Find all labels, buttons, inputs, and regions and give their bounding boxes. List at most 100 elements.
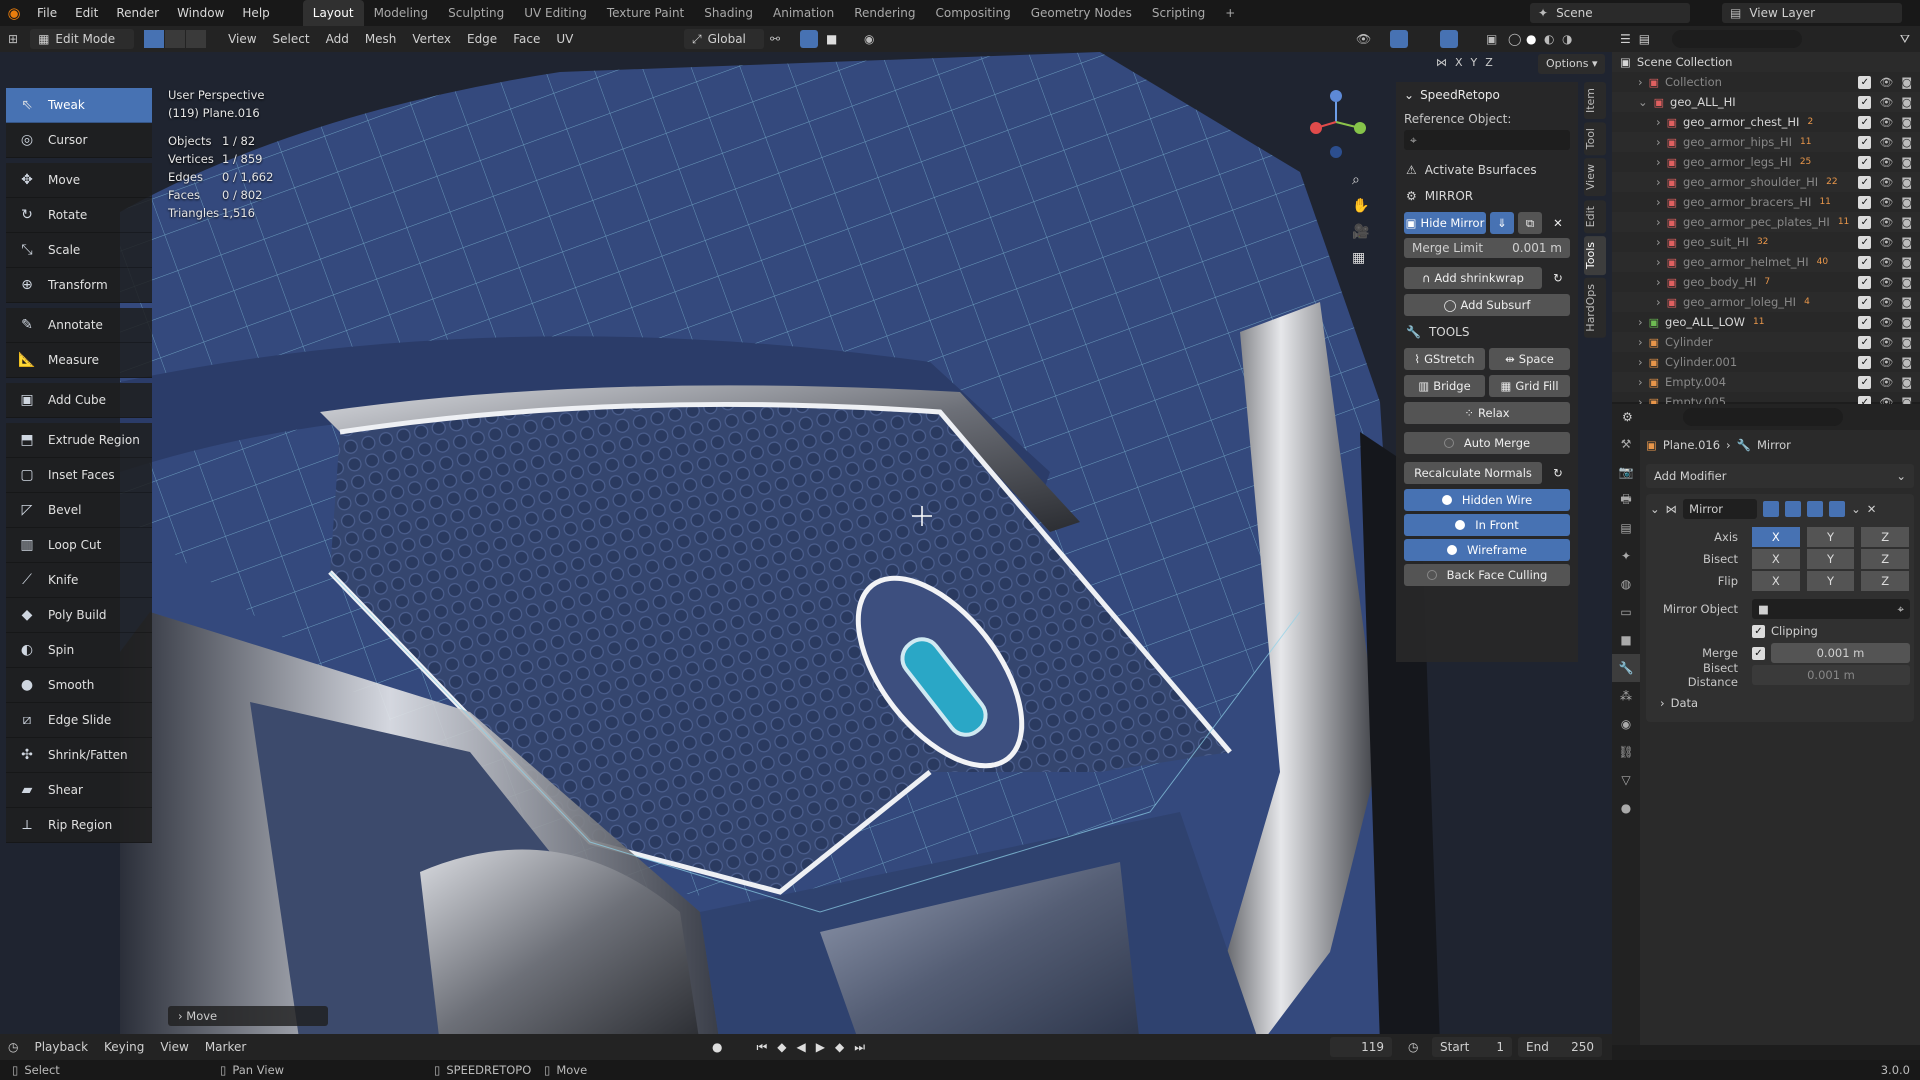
exclude-checkbox[interactable]: ✓ [1858, 75, 1872, 89]
add-workspace-button[interactable]: + [1215, 0, 1245, 26]
tool-inset-faces[interactable]: ▢ Inset Faces [6, 458, 152, 493]
expand-arrow-icon[interactable]: › [1638, 315, 1643, 329]
outliner-row[interactable]: › ▣ Collection ✓ 👁 ◙ [1612, 72, 1920, 92]
clipping-checkbox[interactable]: ✓ [1752, 624, 1765, 638]
blender-logo-icon[interactable]: ◉ [0, 0, 28, 26]
expand-arrow-icon[interactable]: › [1656, 115, 1661, 129]
grid-icon[interactable]: ▦ [1352, 250, 1369, 266]
exclude-checkbox[interactable]: ✓ [1858, 175, 1872, 189]
modifier-name-field[interactable]: Mirror [1683, 499, 1758, 519]
menu-face[interactable]: Face [505, 32, 548, 46]
outliner-editor-icon[interactable]: ☰ [1620, 32, 1631, 46]
tool-bevel[interactable]: ◸ Bevel [6, 493, 152, 528]
visibility-icon[interactable]: 👁 [1356, 32, 1371, 46]
tool-tab-icon[interactable]: ⚒ [1612, 430, 1640, 458]
editor-type-icon[interactable]: ⊞ [0, 32, 26, 46]
play-icon[interactable]: ▶ [816, 1040, 825, 1055]
expand-arrow-icon[interactable]: › [1656, 155, 1661, 169]
camera-render-icon[interactable]: ◙ [1901, 336, 1912, 349]
add-shrinkwrap-button[interactable]: ∩ Add shrinkwrap [1404, 267, 1542, 289]
tool-spin[interactable]: ◐ Spin [6, 633, 152, 668]
relax-button[interactable]: ⁘ Relax [1404, 402, 1570, 424]
outliner-row[interactable]: › ▣ Cylinder ✓ 👁 ◙ [1612, 332, 1920, 352]
outliner-row[interactable]: › ▣ geo_armor_bracers_HI 11 ✓ 👁 ◙ [1612, 192, 1920, 212]
tool-annotate[interactable]: ✎ Annotate [6, 308, 152, 343]
camera-render-icon[interactable]: ◙ [1901, 196, 1912, 209]
vertex-select-icon[interactable] [144, 30, 165, 48]
mirror-y-toggle[interactable]: Y [1471, 56, 1478, 69]
back-face-culling-toggle[interactable]: Back Face Culling [1404, 564, 1570, 586]
tool-scale[interactable]: ⤡ Scale [6, 233, 152, 268]
cage-toggle-icon[interactable] [1785, 501, 1802, 517]
mirror-settings-button[interactable]: ⧉ [1518, 212, 1542, 234]
outliner-row[interactable]: › ▣ geo_armor_shoulder_HI 22 ✓ 👁 ◙ [1612, 172, 1920, 192]
eye-icon[interactable]: 👁 [1879, 156, 1893, 169]
tool-transform[interactable]: ⊕ Transform [6, 268, 152, 303]
add-modifier-dropdown[interactable]: Add Modifier ⌄ [1646, 464, 1914, 488]
record-icon[interactable]: ● [712, 1040, 722, 1055]
activate-bsurfaces[interactable]: ⚠ Activate Bsurfaces [1396, 158, 1578, 182]
exclude-checkbox[interactable]: ✓ [1858, 155, 1872, 169]
expand-arrow-icon[interactable]: › [1638, 375, 1643, 389]
add-subsurf-button[interactable]: ◯ Add Subsurf [1404, 294, 1570, 316]
expand-arrow-icon[interactable]: › [1638, 335, 1643, 349]
exclude-checkbox[interactable]: ✓ [1858, 135, 1872, 149]
scene-selector[interactable]: ✦ Scene [1530, 3, 1690, 23]
tool-shrink-fatten[interactable]: ✣ Shrink/Fatten [6, 738, 152, 773]
particles-tab-icon[interactable]: ⁂ [1612, 682, 1640, 710]
tool-cursor[interactable]: ◎ Cursor [6, 123, 152, 158]
edge-select-icon[interactable] [165, 30, 186, 48]
current-frame-field[interactable]: 119 [1330, 1037, 1392, 1057]
tab-uv-editing[interactable]: UV Editing [514, 0, 597, 26]
menu-file[interactable]: File [28, 0, 66, 26]
eye-icon[interactable]: 👁 [1879, 376, 1893, 389]
tool-move[interactable]: ✥ Move [6, 163, 152, 198]
mode-dropdown[interactable]: ▦ Edit Mode [30, 29, 135, 49]
next-key-icon[interactable]: ◆ [835, 1040, 844, 1055]
remove-modifier-icon[interactable]: ✕ [1867, 502, 1877, 516]
expand-arrow-icon[interactable]: › [1656, 215, 1661, 229]
panel-header[interactable]: ⌄ SpeedRetopo [1396, 82, 1578, 108]
outliner-row[interactable]: › ▣ geo_ALL_LOW 11 ✓ 👁 ◙ [1612, 312, 1920, 332]
merge-limit-row[interactable]: Merge Limit 0.001 m [1404, 238, 1570, 258]
menu-marker[interactable]: Marker [197, 1040, 254, 1054]
tool-edge-slide[interactable]: ⧄ Edge Slide [6, 703, 152, 738]
outliner-row[interactable]: › ▣ geo_body_HI 7 ✓ 👁 ◙ [1612, 272, 1920, 292]
tab-sculpting[interactable]: Sculpting [438, 0, 514, 26]
grid-fill-button[interactable]: ▦ Grid Fill [1489, 375, 1570, 397]
recalculate-normals-button[interactable]: Recalculate Normals [1404, 462, 1542, 484]
sidebar-tab-edit[interactable]: Edit [1584, 199, 1606, 233]
expand-arrow-icon[interactable]: › [1656, 295, 1661, 309]
mirror-x-toggle[interactable]: X [1455, 56, 1463, 69]
data-tab-icon[interactable]: ▽ [1612, 766, 1640, 794]
refresh-icon[interactable]: ↻ [1546, 267, 1570, 289]
exclude-checkbox[interactable]: ✓ [1858, 335, 1872, 349]
bisect-x-toggle[interactable]: X [1752, 549, 1800, 569]
viewport-toggle-icon[interactable] [1807, 501, 1824, 517]
timeline-editor-icon[interactable]: ◷ [0, 1040, 26, 1054]
exclude-checkbox[interactable]: ✓ [1858, 115, 1872, 129]
world-tab-icon[interactable]: ◍ [1612, 570, 1640, 598]
camera-render-icon[interactable]: ◙ [1901, 156, 1912, 169]
rendered-shading-icon[interactable]: ◑ [1562, 32, 1572, 46]
properties-editor-icon[interactable]: ⚙ [1622, 410, 1633, 424]
remove-mirror-button[interactable]: ✕ [1546, 212, 1570, 234]
menu-help[interactable]: Help [233, 0, 278, 26]
mirror-z-toggle[interactable]: Z [1485, 56, 1493, 69]
constraints-tab-icon[interactable]: ⛓ [1612, 738, 1640, 766]
exclude-checkbox[interactable]: ✓ [1858, 315, 1872, 329]
menu-keying[interactable]: Keying [96, 1040, 152, 1054]
expand-arrow-icon[interactable]: › [1638, 355, 1643, 369]
scene-collection-row[interactable]: ▣ Scene Collection [1612, 52, 1920, 72]
face-select-icon[interactable] [186, 30, 207, 48]
object-tab-icon[interactable]: ■ [1612, 626, 1640, 654]
zoom-icon[interactable]: ⌕ [1352, 172, 1369, 188]
jump-start-icon[interactable]: ⏮ [756, 1040, 767, 1055]
eye-icon[interactable]: 👁 [1879, 116, 1893, 129]
camera-render-icon[interactable]: ◙ [1901, 136, 1912, 149]
menu-edge[interactable]: Edge [459, 32, 505, 46]
exclude-checkbox[interactable]: ✓ [1858, 95, 1872, 109]
tab-animation[interactable]: Animation [763, 0, 844, 26]
bisect-y-toggle[interactable]: Y [1806, 549, 1855, 569]
orientation-dropdown[interactable]: ⤢ Global [684, 29, 764, 49]
